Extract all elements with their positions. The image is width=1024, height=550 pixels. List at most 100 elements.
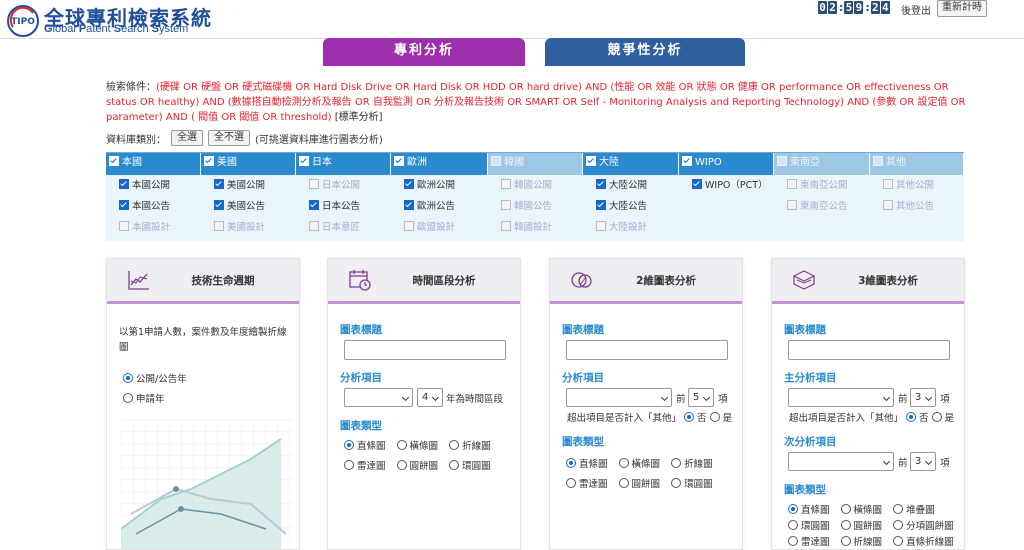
other-no[interactable]: 否 <box>684 412 707 424</box>
chart-title-input[interactable] <box>344 340 506 360</box>
type-hbar[interactable]: 橫條圖 <box>396 440 438 452</box>
type-hbar[interactable]: 橫條圖 <box>618 458 660 470</box>
checkbox-icon[interactable] <box>586 156 596 166</box>
chart-title-input[interactable] <box>566 340 728 360</box>
period-select[interactable]: 4 <box>417 388 443 407</box>
db-column: 歐洲 歐洲公開 歐洲公告 歐盟設計 <box>391 153 488 241</box>
checkbox-icon[interactable] <box>119 200 129 210</box>
db-item[interactable]: 日本公告 <box>296 196 391 217</box>
type-radar[interactable]: 雷達圖 <box>344 460 386 472</box>
db-column: 美國 美國公開 美國公告 美國設計 <box>201 153 296 241</box>
select-all-button[interactable]: 全選 <box>171 130 203 146</box>
checkbox-icon[interactable] <box>682 156 692 166</box>
db-item[interactable]: 歐洲公開 <box>391 175 488 196</box>
type-bar[interactable]: 直條圖 <box>344 440 386 452</box>
type-line[interactable]: 折線圖 <box>671 458 713 470</box>
checkbox-icon[interactable] <box>692 179 702 189</box>
db-column-header[interactable]: 歐洲 <box>391 153 488 175</box>
db-item-label: 歐洲公開 <box>417 180 456 191</box>
type-bar-line[interactable]: 直條折線圖 <box>893 536 954 548</box>
type-pie[interactable]: 圓餅圖 <box>396 460 438 472</box>
db-item-label: 本國公開 <box>132 180 171 191</box>
db-item[interactable]: 歐洲公告 <box>391 196 488 217</box>
chart-title-label: 圖表標題 <box>562 324 604 336</box>
card-title: 3維圖表分析 <box>858 275 918 287</box>
checkbox-icon[interactable] <box>404 179 414 189</box>
type-split-pie[interactable]: 分項圓餅圖 <box>893 520 954 532</box>
lifecycle-illustration <box>121 419 293 549</box>
checkbox-icon <box>119 221 129 231</box>
type-radar[interactable]: 雷達圖 <box>566 478 608 490</box>
sub-top-n-select[interactable]: 3 <box>910 452 936 471</box>
checkbox-icon[interactable] <box>299 156 309 166</box>
checkbox-icon[interactable] <box>109 156 119 166</box>
db-item[interactable]: 本國公開 <box>106 175 201 196</box>
type-donut[interactable]: 環圓圖 <box>788 520 830 532</box>
db-item[interactable]: 大陸公告 <box>583 196 679 217</box>
main-top-n-select[interactable]: 3 <box>910 388 936 407</box>
db-item-label: 東南亞公告 <box>800 201 848 212</box>
radio-pub-year[interactable]: 公開/公告年 <box>123 371 187 385</box>
checkbox-icon[interactable] <box>119 179 129 189</box>
db-column-header[interactable]: 本國 <box>106 153 201 175</box>
radio-icon[interactable] <box>123 373 133 383</box>
card-2d-chart: 2維圖表分析 圖表標題 分析項目 前 5 項 超出項目是否計入「其他」 否 是 … <box>549 258 743 550</box>
checkbox-icon[interactable] <box>404 200 414 210</box>
checkbox-icon[interactable] <box>596 179 606 189</box>
analysis-item-select[interactable] <box>344 388 413 407</box>
checkbox-icon[interactable] <box>596 200 606 210</box>
reset-timer-button[interactable]: 重新計時 <box>937 0 987 17</box>
card-time-period: 時間區段分析 圖表標題 分析項目 4 年為時間區段 圖表類型 直條圖 橫條圖 折… <box>327 258 521 550</box>
top-n-select[interactable]: 5 <box>688 388 714 407</box>
db-column-header[interactable]: WIPO <box>679 153 774 175</box>
checkbox-icon[interactable] <box>204 156 214 166</box>
select-none-button[interactable]: 全不選 <box>208 130 250 146</box>
db-item[interactable]: 本國公告 <box>106 196 201 217</box>
db-item-label: 大陸公告 <box>609 201 648 212</box>
db-item-label: 韓國公開 <box>514 180 553 191</box>
db-column-name: WIPO <box>695 157 722 168</box>
other-no[interactable]: 否 <box>906 412 929 424</box>
other-yes[interactable]: 是 <box>709 412 732 424</box>
checkbox-icon <box>873 156 883 166</box>
other-question: 超出項目是否計入「其他」 <box>567 413 682 424</box>
type-pie[interactable]: 圓餅圖 <box>618 478 660 490</box>
app-subtitle: Global Patent Search System <box>44 23 189 35</box>
checkbox-icon[interactable] <box>394 156 404 166</box>
checkbox-icon[interactable] <box>309 200 319 210</box>
other-yes[interactable]: 是 <box>931 412 954 424</box>
type-bar[interactable]: 直條圖 <box>566 458 608 470</box>
main-item-select[interactable] <box>788 388 894 407</box>
type-hbar[interactable]: 橫條圖 <box>840 504 882 516</box>
sub-item-label: 次分析項目 <box>784 436 837 448</box>
db-item[interactable]: 大陸公開 <box>583 175 679 196</box>
type-pie[interactable]: 圓餅圖 <box>840 520 882 532</box>
db-column-name: 日本 <box>312 157 332 168</box>
db-column-header[interactable]: 美國 <box>201 153 296 175</box>
db-item[interactable]: WIPO（PCT） <box>679 175 774 196</box>
db-column-header[interactable]: 大陸 <box>583 153 679 175</box>
tab-patent-analysis[interactable]: 專利分析 <box>323 38 525 66</box>
type-donut[interactable]: 環圓圖 <box>671 478 713 490</box>
tab-competitive-analysis[interactable]: 競爭性分析 <box>545 38 745 66</box>
db-item: 韓國設計 <box>488 217 583 238</box>
db-item[interactable]: 美國公告 <box>201 196 296 217</box>
db-item-label: 大陸公開 <box>609 180 648 191</box>
checkbox-icon <box>777 156 787 166</box>
analysis-item-select[interactable] <box>566 388 672 407</box>
type-radar[interactable]: 雷達圖 <box>788 536 830 548</box>
radio-app-year[interactable]: 申請年 <box>123 391 165 405</box>
type-line[interactable]: 折線圖 <box>840 536 882 548</box>
type-bar[interactable]: 直條圖 <box>788 504 830 516</box>
checkbox-icon[interactable] <box>214 200 224 210</box>
db-column-header[interactable]: 日本 <box>296 153 391 175</box>
chart-title-input[interactable] <box>788 340 950 360</box>
db-item[interactable]: 美國公開 <box>201 175 296 196</box>
radio-icon[interactable] <box>123 393 133 403</box>
checkbox-icon[interactable] <box>214 179 224 189</box>
checkbox-icon <box>501 200 511 210</box>
type-stack[interactable]: 堆疊圖 <box>893 504 935 516</box>
sub-item-select[interactable] <box>788 452 894 471</box>
type-donut[interactable]: 環圓圖 <box>449 460 491 472</box>
type-line[interactable]: 折線圖 <box>449 440 491 452</box>
